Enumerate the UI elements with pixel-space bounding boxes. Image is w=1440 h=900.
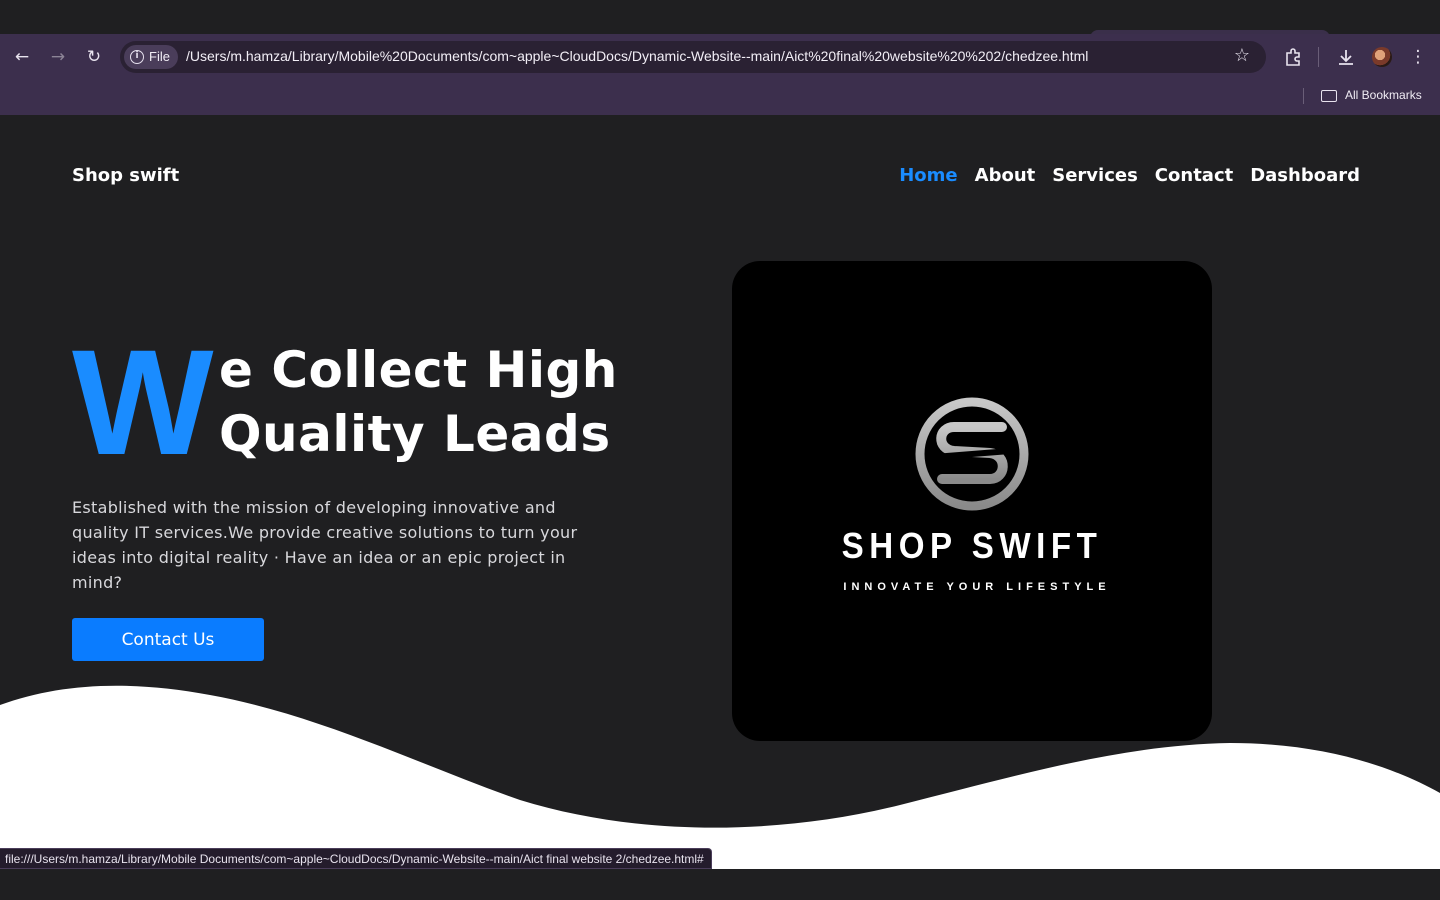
- nav-dashboard[interactable]: Dashboard: [1250, 165, 1360, 186]
- logo-name: SHOP SWIFT: [841, 525, 1103, 566]
- all-bookmarks-link[interactable]: All Bookmarks: [1345, 88, 1422, 102]
- hero-description: Established with the mission of developi…: [72, 498, 578, 592]
- info-icon: i: [130, 50, 144, 64]
- star-icon[interactable]: ☆: [1231, 45, 1253, 67]
- bookmarks-divider: [1303, 88, 1304, 104]
- forward-icon[interactable]: →: [46, 45, 70, 69]
- tab-strip: [0, 0, 1440, 34]
- web-page: Shop swift Home About Services Contact D…: [0, 115, 1440, 869]
- toolbar-divider: [1318, 47, 1319, 67]
- reload-icon[interactable]: ↻: [82, 45, 106, 69]
- shop-swift-logo-icon: [915, 397, 1029, 511]
- logo-tagline: INNOVATE YOUR LIFESTYLE: [843, 581, 1111, 593]
- hero-title: W e Collect High Quality Leads: [72, 327, 632, 477]
- site-brand[interactable]: Shop swift: [72, 165, 179, 186]
- wave-divider: [0, 685, 1440, 869]
- nav-home[interactable]: Home: [899, 165, 957, 186]
- nav-contact[interactable]: Contact: [1155, 165, 1233, 186]
- contact-us-button[interactable]: Contact Us: [72, 618, 264, 661]
- kebab-menu-icon[interactable]: ⋮: [1406, 45, 1430, 69]
- nav-services[interactable]: Services: [1052, 165, 1138, 186]
- hero-title-line2: Quality Leads: [219, 405, 611, 463]
- avatar[interactable]: [1372, 47, 1392, 67]
- download-icon[interactable]: [1334, 45, 1358, 69]
- window-bottom-edge: [0, 869, 1440, 900]
- hero-big-letter: W: [72, 318, 214, 486]
- site-info-chip[interactable]: i File: [124, 45, 178, 69]
- file-chip-label: File: [149, 49, 170, 64]
- folder-icon: [1321, 90, 1337, 102]
- back-icon[interactable]: ←: [10, 45, 34, 69]
- logo-image: SHOP SWIFT INNOVATE YOUR LIFESTYLE: [732, 261, 1212, 741]
- url-text[interactable]: /Users/m.hamza/Library/Mobile%20Document…: [186, 48, 1088, 64]
- main-nav: Home About Services Contact Dashboard: [899, 165, 1360, 186]
- status-bubble: file:///Users/m.hamza/Library/Mobile Doc…: [0, 848, 712, 869]
- hero-title-line1: e Collect High: [219, 341, 618, 399]
- nav-about[interactable]: About: [975, 165, 1036, 186]
- extensions-icon[interactable]: [1281, 45, 1305, 69]
